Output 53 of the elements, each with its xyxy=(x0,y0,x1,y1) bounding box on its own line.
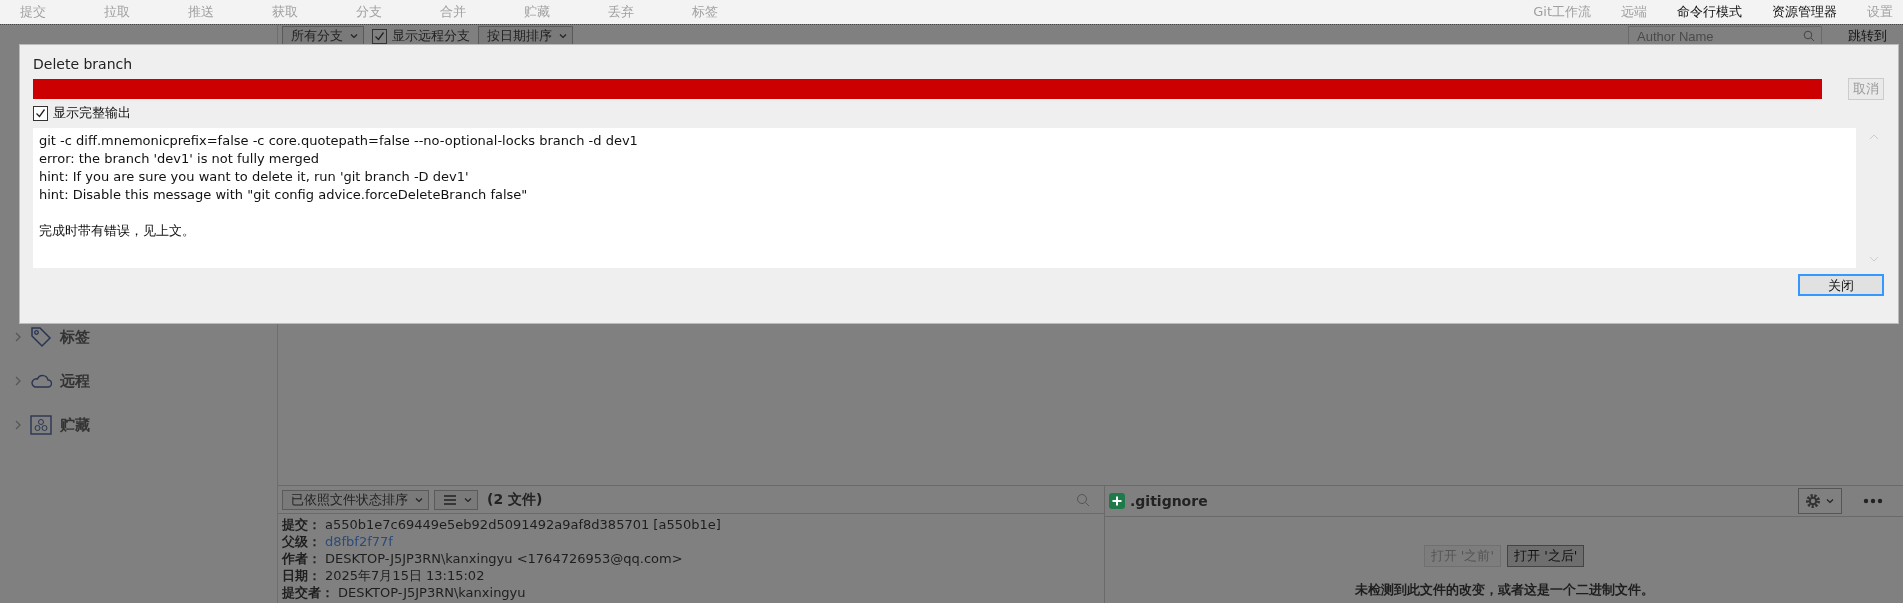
sidebar-item[interactable]: 标签 xyxy=(60,327,90,347)
detail-value: a550b1e7c69449e5eb92d5091492a9af8d385701 [a550b1e] xyxy=(325,516,721,533)
tag-icon xyxy=(30,326,52,348)
checkbox[interactable] xyxy=(33,105,48,121)
checkbox[interactable] xyxy=(372,28,387,44)
chevron-down-icon xyxy=(1825,496,1835,506)
scroll-down-icon[interactable] xyxy=(1869,256,1879,262)
sort-dropdown[interactable]: 按日期排序 xyxy=(478,26,573,46)
output-line: git -c diff.mnemonicprefix=false -c core.quotepath=false --no-optional-locks branch -d dev1 xyxy=(39,132,638,150)
detail-label: 父级： xyxy=(282,533,321,550)
chevron-down-icon xyxy=(349,31,359,41)
view-mode-dropdown[interactable] xyxy=(434,489,478,510)
settings-dropdown[interactable] xyxy=(1798,488,1842,514)
output-line: hint: Disable this message with "git config advice.forceDeleteBranch false" xyxy=(39,186,528,204)
no-changes-message: 未检测到此文件的改变，或者这是一个二进制文件。 xyxy=(1354,581,1654,599)
toolbar-button[interactable]: 资源管理器 xyxy=(1772,3,1837,21)
list-icon xyxy=(443,493,457,506)
detail-label: 作者： xyxy=(282,550,321,567)
expand-chevron-icon[interactable] xyxy=(14,420,22,430)
scroll-up-icon[interactable] xyxy=(1869,134,1879,140)
expand-chevron-icon[interactable] xyxy=(14,376,22,386)
checkbox-label: 显示远程分支 xyxy=(392,27,470,45)
detail-label: 日期： xyxy=(282,567,321,584)
sidebar-item[interactable]: 贮藏 xyxy=(60,415,90,435)
open-file-button[interactable]: 打开 '之后' xyxy=(1507,545,1585,567)
checkbox-label: 显示完整输出 xyxy=(53,104,131,122)
output-line: error: the branch 'dev1' is not fully merged xyxy=(39,150,320,168)
more-icon[interactable] xyxy=(1863,498,1883,504)
file-name: .gitignore xyxy=(1130,493,1208,509)
search-icon[interactable] xyxy=(1076,492,1090,507)
detail-label: 提交： xyxy=(282,516,321,533)
stash-icon xyxy=(30,415,52,435)
jump-to-label: 跳转到 xyxy=(1848,27,1888,45)
branch-filter-dropdown[interactable]: 所有分支 xyxy=(282,26,364,46)
file-count: (2 文件) xyxy=(487,490,543,509)
dialog-title: Delete branch xyxy=(33,56,134,72)
file-sort-dropdown[interactable]: 已依照文件状态排序 xyxy=(282,489,429,510)
parent-commit-link[interactable]: d8fbf2f77f xyxy=(325,533,393,550)
expand-chevron-icon[interactable] xyxy=(14,332,22,342)
close-button[interactable]: 关闭 xyxy=(1798,274,1884,296)
search-icon xyxy=(1803,30,1815,42)
detail-label: 提交者： xyxy=(282,584,334,601)
added-file-icon xyxy=(1109,493,1125,509)
sidebar-item[interactable]: 远程 xyxy=(60,371,90,391)
chevron-down-icon xyxy=(558,31,568,41)
output-line: hint: If you are sure you want to delete it, run 'git branch -D dev1' xyxy=(39,168,469,186)
detail-value: DESKTOP-J5JP3RN\kanxingyu <1764726953@qq.com> xyxy=(325,550,683,567)
toolbar-button[interactable]: 命令行模式 xyxy=(1677,3,1742,21)
detail-value: 2025年7月15日 13:15:02 xyxy=(325,567,485,584)
output-status: 完成时带有错误，见上文。 xyxy=(39,222,195,240)
settings-icon xyxy=(1805,493,1821,509)
cloud-icon xyxy=(30,374,52,388)
detail-value: DESKTOP-J5JP3RN\kanxingyu xyxy=(338,584,526,601)
